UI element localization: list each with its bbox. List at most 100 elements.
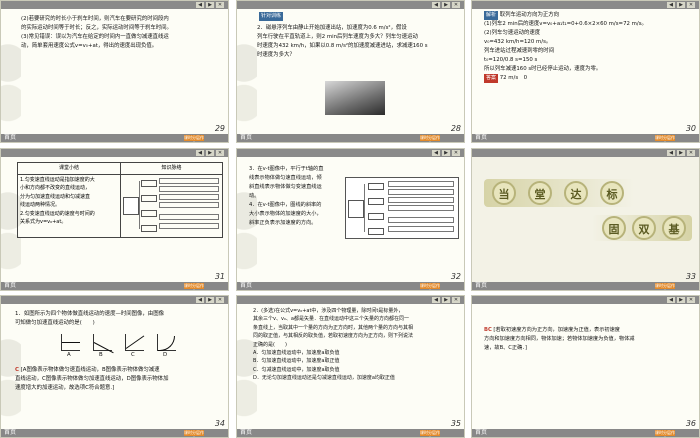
mindmap-leaf [159,222,219,229]
knowledge-mindmap [345,177,459,239]
prev-icon[interactable]: ◀ [196,150,204,156]
subtitle-char: 双 [632,216,656,240]
prev-icon[interactable]: ◀ [196,297,204,303]
slide-31[interactable]: ◀ ▶ ✕ 课堂小结 知识脉络 1.匀变速直线运动是指加速度的大 小和方向都不改变的直… [0,148,229,291]
prev-icon[interactable]: ◀ [432,297,440,303]
close-icon[interactable]: ✕ [452,2,460,8]
prev-icon[interactable]: ◀ [432,150,440,156]
next-icon[interactable]: ▶ [442,297,450,303]
close-icon[interactable]: ✕ [216,297,224,303]
text-line: 关系式为v=v₀+at。 [20,219,67,225]
homework-button[interactable]: 课时分层作业 [420,135,440,142]
home-link[interactable]: 首页 [475,134,487,142]
slide-footer: 首页 课时分层作业 [1,429,228,437]
homework-button[interactable]: 课时分层作业 [184,135,204,142]
slide-32[interactable]: ◀ ▶ ✕ 3．在v-t图像中，平行于t轴的直 线表示物体做匀速直线运动，倾 斜直线… [236,148,465,291]
mindmap-node [141,194,157,202]
subtitle-char: 基 [662,216,686,240]
text-line: 速，故B、C正确．] [484,345,527,351]
prev-icon[interactable]: ◀ [667,297,675,303]
homework-button[interactable]: 课时分层作业 [420,283,440,290]
slide-28[interactable]: ◀ ▶ ✕ 针对训练 2．磁悬浮列车由静止开始加速出站，加速度为0.6 m/s²，假… [236,0,465,143]
close-icon[interactable]: ✕ [687,150,695,156]
close-icon[interactable]: ✕ [452,150,460,156]
slide-number: 29 [214,124,225,133]
text-line: 2.匀变速直线运动的速度与时间的 [20,210,95,217]
text-line: 所以列车减速160 s时已经停止运动，速度为零。 [484,66,602,72]
next-icon[interactable]: ▶ [677,150,685,156]
homework-button[interactable]: 课时分层作业 [420,430,440,437]
homework-button[interactable]: 课时分层作业 [655,430,675,437]
slide-footer: 首页 课时分层作业 [1,282,228,290]
slide-33[interactable]: ◀▶✕ 当 堂 达 标 固 双 基 33 首页 课时分层作业 [471,148,700,291]
text-line: 1．如图所示为四个物体做直线运动的速度—时间图像，由图像 [15,311,164,317]
text-line: 取列车运动方向为正方向 [499,12,560,18]
subtitle-char: 固 [602,216,626,240]
text-line: (3)常见错误：误以为汽车在给定的时间内一直做匀减速直线运 [21,34,169,40]
graph-label: B [99,352,103,358]
summary-header: 课堂小结 [17,162,121,175]
text-line: (2)若要研究的时长小于刹车时间，则汽车在要研究的时间段内 [21,16,169,22]
close-icon[interactable]: ✕ [216,2,224,8]
mindmap-leaf [159,177,219,184]
home-link[interactable]: 首页 [240,134,252,142]
homework-button[interactable]: 课时分层作业 [184,283,204,290]
mindmap-node [141,209,157,217]
answer-text: 72 m/s 0 [499,75,528,81]
home-link[interactable]: 首页 [4,429,16,437]
text-line: 3．在v-t图像中，平行于t轴的直 [249,166,324,172]
graph-label: A [67,352,71,358]
summary-text: 1.匀变速直线运动是指加速度的大 小和方向都不改变的直线运动， 分为匀加速直线运… [17,173,121,238]
next-icon[interactable]: ▶ [442,2,450,8]
prev-icon[interactable]: ◀ [196,2,204,8]
homework-button[interactable]: 课时分层作业 [655,135,675,142]
slide-35[interactable]: ◀ ▶ ✕ 2．(多选)在公式v=v₀+at中，涉及四个物理量，除时间t是标量外， … [236,295,465,438]
text-line: 线运动两种情况。 [20,202,61,208]
option-d: D．无论匀加速直线运动还是匀减速直线运动，加速度a均取正值 [253,375,395,382]
next-icon[interactable]: ▶ [206,2,214,8]
text-line: 大小表示物体的加速度的大小， [249,211,322,217]
homework-button[interactable]: 课时分层作业 [655,283,675,290]
prev-icon[interactable]: ◀ [432,2,440,8]
text-line: 直线运动，C图像表示物体做匀加速直线运动，D图像表示物体加 [15,376,169,382]
next-icon[interactable]: ▶ [206,150,214,156]
slide-toolbar: ◀ ▶ ✕ [472,296,699,304]
text-line: 斜直线表示物体做匀变速直线运 [249,184,322,190]
prev-icon[interactable]: ◀ [667,150,675,156]
home-link[interactable]: 首页 [475,429,487,437]
option-a: A．匀加速直线运动中，加速度a取负值 [253,350,340,357]
home-link[interactable]: 首页 [475,282,487,290]
slide-34[interactable]: ◀ ▶ ✕ 1．如图所示为四个物体做直线运动的速度—时间图像，由图像 可知做匀加速直… [0,295,229,438]
homework-button[interactable]: 课时分层作业 [184,430,204,437]
text-line: [若取初速度方向为正方向，加速度为正值，表示初速度 [493,327,620,333]
slide-36[interactable]: ◀ ▶ ✕ BC [若取初速度方向为正方向，加速度为正值，表示初速度 方向和加速度方… [471,295,700,438]
text-line: 速度增大的加速运动，故选项C符合题意.] [15,385,115,391]
slide-30[interactable]: ◀ ▶ ✕ 解析 取列车运动方向为正方向 (1)列车2 min后的速度v=v₀+a₁… [471,0,700,143]
answer-text: BC [484,327,492,333]
home-link[interactable]: 首页 [240,429,252,437]
close-icon[interactable]: ✕ [452,297,460,303]
slide-toolbar: ◀ ▶ ✕ [472,149,699,157]
close-icon[interactable]: ✕ [687,2,695,8]
mindmap-node [368,228,384,235]
home-link[interactable]: 首页 [240,282,252,290]
text-line: 列车行驶在平直轨道上，则2 min后列车速度为多大？列车匀速运动 [257,34,418,40]
close-icon[interactable]: ✕ [216,150,224,156]
next-icon[interactable]: ▶ [677,297,685,303]
text-line: 时速度为432 km/h，如果以0.8 m/s²的加速度减速进站，求减速160 … [257,43,428,49]
close-icon[interactable]: ✕ [687,297,695,303]
next-icon[interactable]: ▶ [206,297,214,303]
slide-toolbar: ◀ ▶ ✕ [237,296,464,304]
slide-number: 30 [685,124,696,133]
text-line: 4．在v-t图像中，图线的斜率的 [249,202,322,208]
home-link[interactable]: 首页 [4,134,16,142]
slide-29[interactable]: ◀ ▶ ✕ (2)若要研究的时长小于刹车时间，则汽车在要研究的时间段内 的实际运动时… [0,0,229,143]
slide-number: 31 [214,272,225,281]
text-line: t₀=120/0.8 s=150 s [484,57,538,63]
maglev-train-image [325,81,385,115]
prev-icon[interactable]: ◀ [667,2,675,8]
home-link[interactable]: 首页 [4,282,16,290]
mindmap-node [368,183,384,190]
next-icon[interactable]: ▶ [442,150,450,156]
next-icon[interactable]: ▶ [677,2,685,8]
